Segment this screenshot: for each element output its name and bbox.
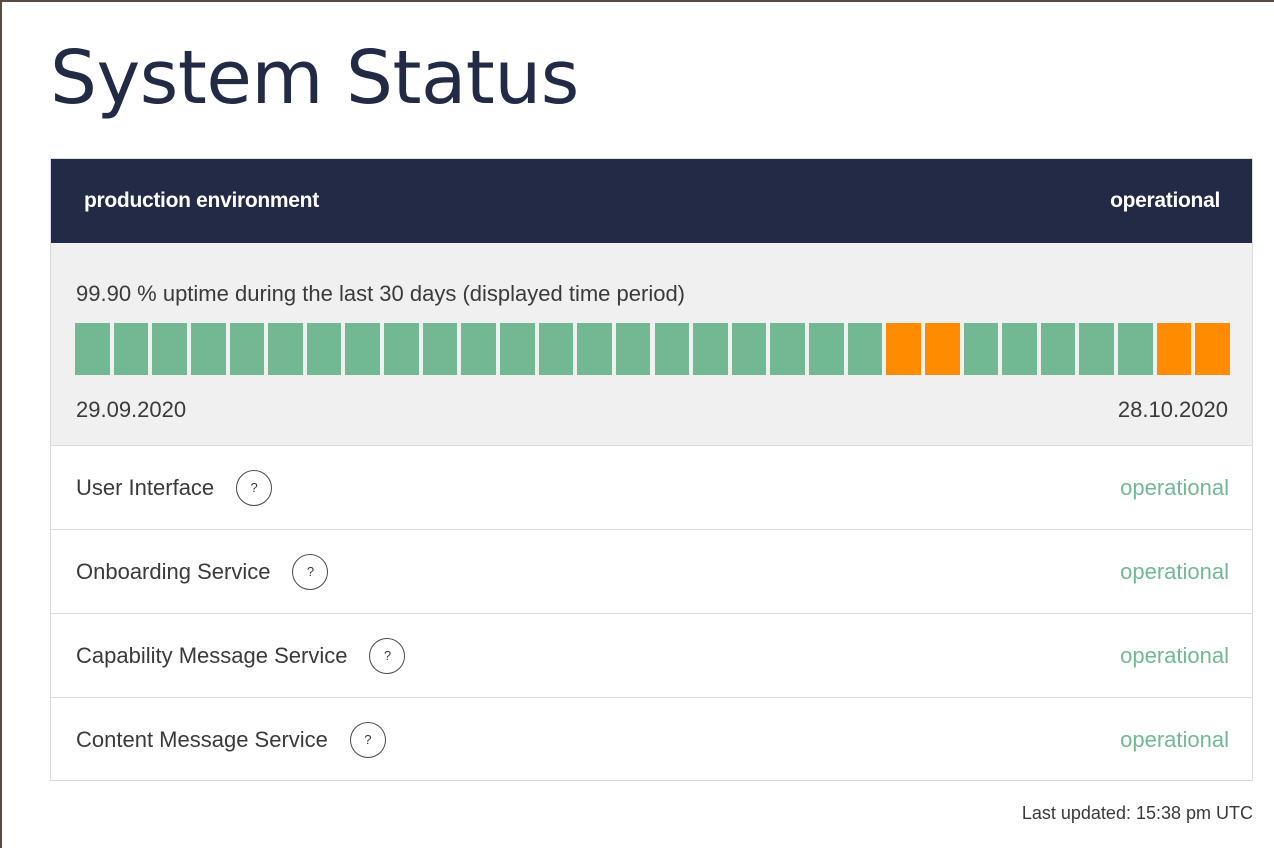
uptime-summary: 99.90 % uptime during the last 30 days (… bbox=[76, 281, 686, 306]
uptime-day-bar[interactable] bbox=[654, 323, 690, 375]
uptime-day-bar[interactable] bbox=[499, 323, 535, 375]
uptime-start-date: 29.09.2020 bbox=[76, 397, 187, 422]
uptime-day-bar[interactable] bbox=[113, 323, 149, 375]
environment-status: operational bbox=[1110, 189, 1220, 212]
uptime-day-bar[interactable] bbox=[963, 323, 999, 375]
uptime-day-bar[interactable] bbox=[538, 323, 574, 375]
question-mark-circle-icon[interactable]: ? bbox=[369, 637, 406, 674]
uptime-day-bar[interactable] bbox=[615, 323, 651, 375]
uptime-day-bar[interactable] bbox=[1118, 323, 1153, 375]
service-status: operational bbox=[1120, 642, 1229, 668]
uptime-day-bar[interactable] bbox=[1002, 323, 1037, 375]
last-updated: Last updated: 15:38 pm UTC bbox=[1021, 803, 1253, 823]
uptime-day-bar[interactable] bbox=[770, 323, 806, 375]
service-status: operational bbox=[1120, 474, 1229, 500]
question-mark-circle-icon[interactable]: ? bbox=[292, 553, 329, 590]
uptime-bar-chart bbox=[75, 323, 1230, 375]
uptime-day-bar[interactable] bbox=[461, 323, 496, 375]
uptime-day-bar[interactable] bbox=[190, 323, 226, 375]
uptime-day-bar[interactable] bbox=[75, 323, 110, 375]
service-name: Content Message Service bbox=[76, 726, 328, 752]
question-mark-circle-icon[interactable]: ? bbox=[236, 469, 273, 506]
page-title: System Status bbox=[50, 35, 579, 121]
uptime-day-bar[interactable] bbox=[229, 323, 265, 375]
uptime-day-bar[interactable] bbox=[809, 323, 844, 375]
uptime-day-bar[interactable] bbox=[306, 323, 342, 375]
uptime-day-bar[interactable] bbox=[268, 323, 303, 375]
service-row-content-message-service: Content Message Service ? operational bbox=[51, 698, 1252, 781]
question-mark-circle-icon[interactable]: ? bbox=[349, 721, 386, 758]
uptime-day-bar[interactable] bbox=[924, 323, 960, 375]
uptime-panel: 99.90 % uptime during the last 30 days (… bbox=[51, 243, 1252, 446]
uptime-day-bar[interactable] bbox=[886, 323, 921, 375]
status-card: production environment operational 99.90… bbox=[50, 158, 1253, 781]
environment-name: production environment bbox=[84, 189, 319, 212]
environment-header: production environment operational bbox=[51, 159, 1252, 243]
uptime-end-date: 28.10.2020 bbox=[1117, 397, 1228, 422]
service-name: User Interface bbox=[76, 474, 215, 500]
uptime-day-bar[interactable] bbox=[693, 323, 728, 375]
uptime-day-bar[interactable] bbox=[577, 323, 612, 375]
service-row-capability-message-service: Capability Message Service ? operational bbox=[51, 614, 1252, 698]
uptime-day-bar[interactable] bbox=[1079, 323, 1115, 375]
uptime-day-bar[interactable] bbox=[152, 323, 187, 375]
service-status: operational bbox=[1120, 726, 1229, 752]
service-status: operational bbox=[1120, 558, 1229, 584]
service-name: Onboarding Service bbox=[76, 558, 271, 584]
uptime-day-bar[interactable] bbox=[1040, 323, 1076, 375]
service-row-user-interface: User Interface ? operational bbox=[51, 446, 1252, 530]
uptime-day-bar[interactable] bbox=[422, 323, 458, 375]
uptime-day-bar[interactable] bbox=[345, 323, 381, 375]
uptime-day-bar[interactable] bbox=[847, 323, 883, 375]
service-row-onboarding-service: Onboarding Service ? operational bbox=[51, 530, 1252, 614]
uptime-day-bar[interactable] bbox=[731, 323, 767, 375]
uptime-day-bar[interactable] bbox=[1156, 323, 1192, 375]
uptime-day-bar[interactable] bbox=[1195, 323, 1230, 375]
uptime-day-bar[interactable] bbox=[384, 323, 419, 375]
service-name: Capability Message Service bbox=[76, 642, 348, 668]
